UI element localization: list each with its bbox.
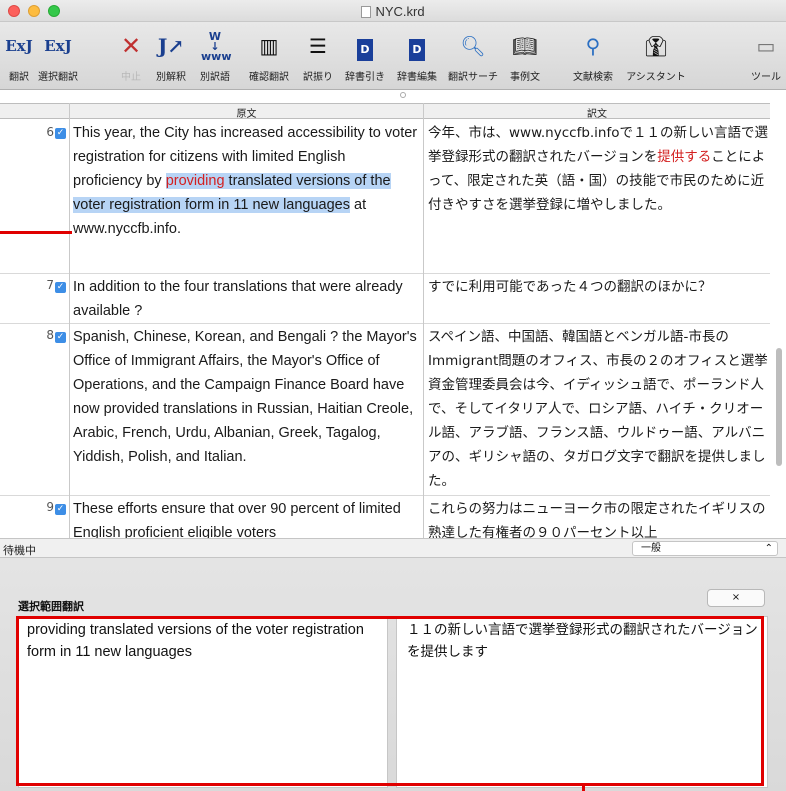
dictionary-edit-icon: D	[403, 32, 431, 61]
row-checkbox[interactable]: ✓	[55, 504, 66, 515]
chevron-updown-icon: ⌃	[764, 543, 773, 554]
assistant-button[interactable]: 👔︎ アシスタント	[622, 26, 690, 86]
source-text[interactable]: Spanish, Chinese, Korean, and Bengali ? …	[73, 325, 418, 469]
row-number: 8	[46, 328, 54, 342]
dictionary-lookup-icon: D	[351, 32, 379, 61]
split-handle[interactable]	[400, 92, 406, 98]
alternate-interpretation-label: 別解釈	[156, 72, 186, 83]
table-row[interactable]: 7 ✓ In addition to the four translations…	[0, 274, 770, 324]
translation-search-label: 翻訳サーチ	[448, 72, 498, 83]
literature-search-button[interactable]: ⚲ 文献検索	[566, 26, 620, 86]
row-checkbox[interactable]: ✓	[55, 332, 66, 343]
source-text[interactable]: This year, the City has increased access…	[73, 121, 418, 241]
translation-column-header[interactable]: 訳文	[424, 105, 770, 120]
panel-title: 選択範囲翻訳	[18, 600, 84, 613]
mode-select[interactable]: 一般 ⌃	[632, 541, 778, 556]
mode-select-value: 一般	[641, 543, 661, 554]
app-window: NYC.krd ExJ 翻訳 ExJ 選択翻訳 ✕ 中止 J↗ 別解釈 W ↓ ww…	[0, 0, 786, 791]
assistant-label: アシスタント	[626, 72, 686, 83]
translation-placement-label: 訳振り	[303, 72, 333, 83]
highlighted-word: providing	[165, 173, 225, 189]
column-divider	[69, 103, 70, 538]
translation-placement-icon: ☰	[309, 34, 327, 58]
row-checkbox[interactable]: ✓	[55, 282, 66, 293]
dictionary-lookup-button[interactable]: D 辞書引き	[342, 26, 388, 86]
translation-text[interactable]: スペイン語、中国語、韓国語とベンガル語-市長のImmigrant問題のオフィス、…	[428, 325, 768, 493]
stop-icon: ✕	[120, 32, 142, 60]
example-sentence-icon: 📖︎	[512, 34, 538, 58]
alternate-interpretation-icon: J↗	[157, 34, 185, 58]
selection-translate-icon: ExJ	[44, 37, 72, 55]
row-number: 9	[46, 500, 54, 514]
status-bar: 待機中 一般 ⌃	[0, 538, 786, 558]
stop-button[interactable]: ✕ 中止	[114, 26, 148, 86]
alternate-term-icon: W ↓ www	[201, 30, 232, 63]
selection-translate-label: 選択翻訳	[38, 72, 78, 83]
assistant-icon: 👔︎	[643, 34, 669, 58]
status-text: 待機中	[3, 544, 36, 557]
tools-label: ツール	[751, 72, 781, 83]
translation-placement-button[interactable]: ☰ 訳振り	[299, 26, 337, 86]
translation-text[interactable]: すでに利用可能であった４つの翻訳のほかに？	[428, 275, 768, 299]
row-number: 6	[46, 125, 54, 139]
literature-search-label: 文献検索	[573, 72, 613, 83]
selection-translate-button[interactable]: ExJ 選択翻訳	[34, 26, 82, 86]
source-text[interactable]: These efforts ensure that over 90 percen…	[73, 497, 418, 538]
toolbar: ExJ 翻訳 ExJ 選択翻訳 ✕ 中止 J↗ 別解釈 W ↓ www 別訳語 ▥ …	[0, 22, 786, 90]
translation-search-button[interactable]: 🔍︎ 翻訳サーチ	[446, 26, 500, 86]
translate-button[interactable]: ExJ 翻訳	[2, 26, 36, 86]
source-text[interactable]: In addition to the four translations tha…	[73, 275, 418, 323]
close-panel-button[interactable]: ×	[707, 589, 765, 607]
annotation-line	[0, 231, 72, 234]
translation-table: 6 ✓ This year, the City has increased ac…	[0, 119, 770, 538]
dictionary-edit-button[interactable]: D 辞書編集	[394, 26, 440, 86]
annotation-line	[582, 784, 585, 791]
dictionary-lookup-label: 辞書引き	[345, 72, 385, 83]
example-sentence-label: 事例文	[510, 72, 540, 83]
translate-ej-icon: ExJ	[5, 37, 33, 55]
column-divider[interactable]	[423, 103, 424, 538]
document-icon	[361, 6, 372, 18]
window-title-text: NYC.krd	[375, 4, 425, 19]
literature-search-icon: ⚲	[585, 34, 601, 58]
translation-search-icon: 🔍︎	[460, 34, 486, 58]
tools-icon: ▭	[756, 34, 776, 58]
translate-label: 翻訳	[9, 72, 29, 83]
confirm-translate-button[interactable]: ▥ 確認翻訳	[246, 26, 292, 86]
table-row[interactable]: 6 ✓ This year, the City has increased ac…	[0, 119, 770, 274]
alternate-term-label: 別訳語	[200, 72, 230, 83]
table-row[interactable]: 8 ✓ Spanish, Chinese, Korean, and Bengal…	[0, 324, 770, 496]
confirm-translate-label: 確認翻訳	[249, 72, 289, 83]
alternate-term-button[interactable]: W ↓ www 別訳語	[194, 26, 236, 86]
table-header: 原文 訳文	[0, 103, 770, 120]
window-title: NYC.krd	[0, 4, 786, 19]
row-number: 7	[46, 278, 54, 292]
source-column-header[interactable]: 原文	[70, 105, 423, 120]
table-row[interactable]: 9 ✓ These efforts ensure that over 90 pe…	[0, 496, 770, 538]
table-scrollbar[interactable]	[776, 348, 782, 466]
translation-text[interactable]: 今年、市は、www.nyccfb.infoで１１の新しい言語で選挙登録形式の翻訳…	[428, 121, 768, 217]
stop-label: 中止	[121, 72, 141, 83]
annotation-box	[16, 616, 764, 786]
changed-term: 提供する	[657, 149, 712, 165]
example-sentence-button[interactable]: 📖︎ 事例文	[505, 26, 545, 86]
row-checkbox[interactable]: ✓	[55, 128, 66, 139]
alternate-interpretation-button[interactable]: J↗ 別解釈	[150, 26, 192, 86]
title-bar: NYC.krd	[0, 0, 786, 22]
dictionary-edit-label: 辞書編集	[397, 72, 437, 83]
confirm-translate-icon: ▥	[259, 34, 279, 58]
tools-button[interactable]: ▭ ツール	[748, 26, 784, 86]
translation-text[interactable]: これらの努力はニューヨーク市の限定されたイギリスの熟達した有権者の９０パーセント…	[428, 497, 768, 538]
